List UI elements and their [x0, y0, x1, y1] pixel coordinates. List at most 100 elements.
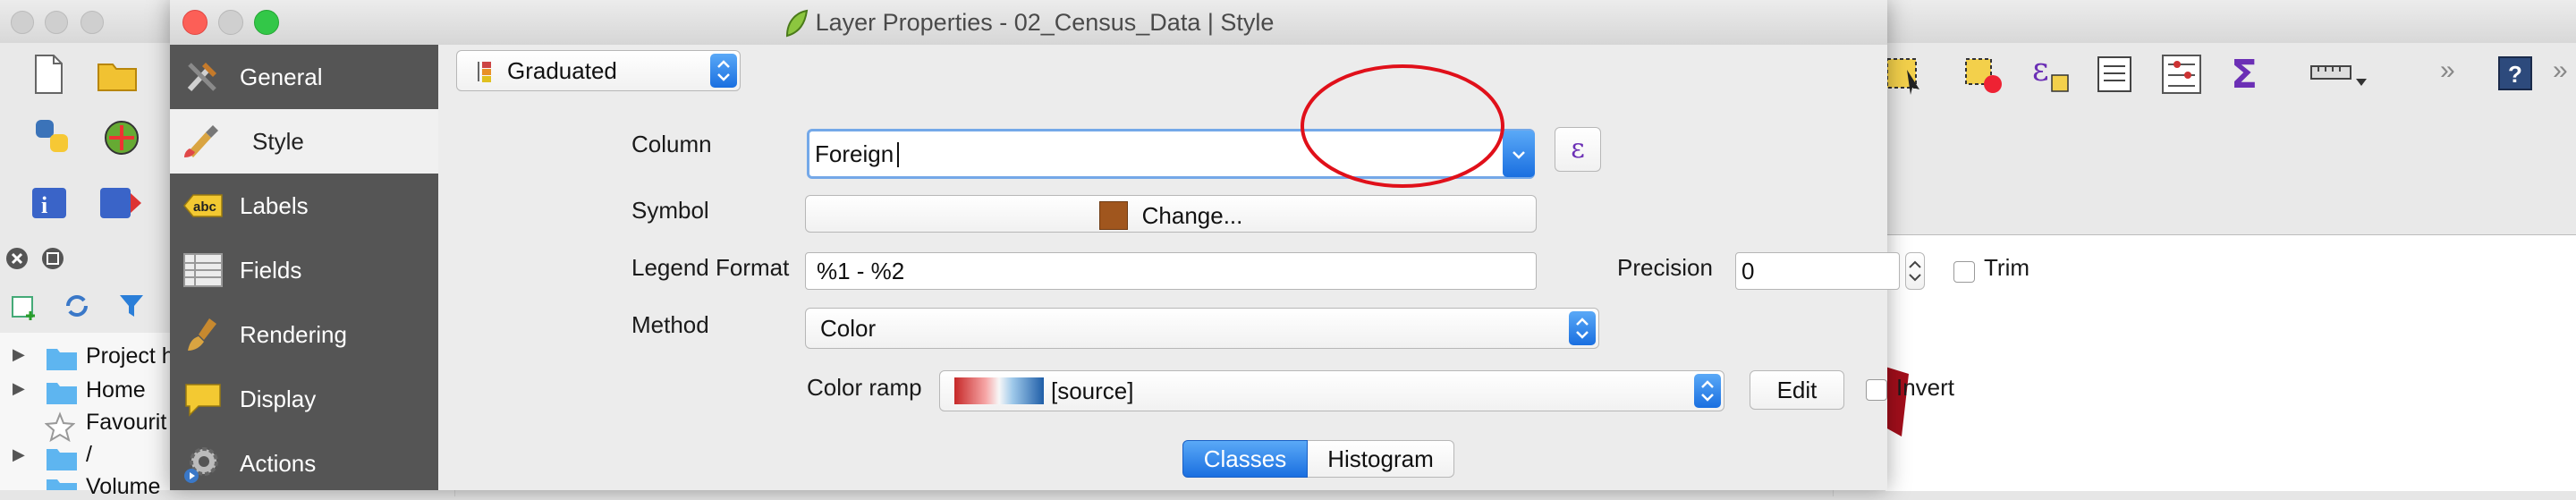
legend-format-label: Legend Format [631, 254, 790, 281]
toolbar-overflow-icon[interactable]: » [2440, 55, 2455, 86]
select-chevron-icon [710, 54, 737, 88]
legend-format-input[interactable]: %1 - %2 [805, 252, 1537, 290]
folder-icon [47, 349, 77, 370]
edit-ramp-button[interactable]: Edit [1750, 370, 1844, 410]
symbol-change-button[interactable]: Change... [805, 195, 1537, 233]
close-panel-icon[interactable] [4, 245, 30, 272]
identify-icon[interactable]: i [25, 181, 73, 224]
color-ramp-label: Color ramp [807, 374, 922, 401]
precision-label: Precision [1617, 254, 1713, 281]
symbol-swatch [1098, 201, 1128, 231]
text-cursor [897, 142, 899, 167]
deselect-icon[interactable] [1961, 52, 2005, 97]
column-input[interactable]: Foreign [815, 131, 894, 176]
trim-label: Trim [1984, 254, 2030, 281]
statistics-icon[interactable] [2159, 52, 2204, 97]
method-select[interactable]: Color [805, 308, 1599, 349]
browser-item[interactable]: / [86, 442, 92, 468]
browser-item[interactable]: Volume [86, 474, 160, 500]
style-panel: Graduated Column Foreign ε Symbol Change… [438, 45, 2029, 496]
dialog-title: Layer Properties - 02_Census_Data | Styl… [170, 0, 1887, 45]
sigma-icon[interactable]: Σ [2227, 52, 2267, 97]
map-feature [1885, 367, 1909, 436]
svg-text:Σ: Σ [2231, 52, 2258, 97]
precision-spinner[interactable] [1905, 252, 1925, 290]
python-icon[interactable] [32, 116, 73, 157]
qgis-leaf-icon [785, 9, 808, 38]
tab-classes[interactable]: Classes [1182, 440, 1308, 478]
sidebar-item-label: Style [252, 128, 304, 155]
sidebar-item-actions[interactable]: Actions [170, 431, 438, 496]
expand-arrow-icon[interactable]: ▶ [13, 379, 25, 398]
sidebar-item-label: General [240, 64, 323, 90]
renderer-type-value: Graduated [507, 57, 617, 84]
expand-arrow-icon[interactable]: ▶ [13, 445, 25, 464]
column-label: Column [631, 131, 712, 157]
sidebar-item-label: Labels [240, 192, 309, 219]
float-panel-icon[interactable] [39, 245, 66, 272]
new-project-icon[interactable] [32, 54, 64, 95]
refresh-icon[interactable] [61, 290, 93, 322]
tools-icon [187, 63, 216, 92]
paintbrush-icon [184, 125, 218, 157]
sidebar-item-style[interactable]: Style [170, 109, 438, 174]
plugins-icon[interactable] [100, 116, 143, 159]
sidebar-item-label: Display [240, 386, 317, 412]
help-icon[interactable]: ? [2496, 54, 2535, 93]
info-arrow-icon[interactable] [95, 181, 143, 224]
browser-item[interactable]: Home [86, 377, 146, 403]
sidebar-item-labels[interactable]: abc Labels [170, 174, 438, 238]
browser-item[interactable]: Favourit [86, 410, 166, 436]
main-close-button[interactable] [11, 11, 34, 34]
add-layer-icon[interactable] [9, 292, 39, 322]
brush-icon [188, 318, 216, 351]
dialog-title-text: Layer Properties - 02_Census_Data | Styl… [815, 9, 1275, 36]
expand-arrow-icon[interactable]: ▶ [13, 345, 25, 364]
sidebar-item-rendering[interactable]: Rendering [170, 302, 438, 367]
annotation-circle [1301, 64, 1504, 188]
expression-button[interactable]: ε [1555, 127, 1601, 172]
renderer-type-select[interactable]: Graduated [456, 50, 741, 91]
trim-checkbox[interactable] [1953, 261, 1975, 283]
main-zoom-button[interactable] [80, 11, 104, 34]
layer-properties-dialog: Layer Properties - 02_Census_Data | Styl… [170, 0, 2029, 496]
precision-input[interactable]: 0 [1735, 252, 1900, 290]
method-label: Method [631, 311, 709, 338]
browser-item[interactable]: Project h [86, 343, 174, 369]
speech-bubble-icon [185, 384, 221, 417]
color-ramp-select[interactable]: [source] [939, 370, 1724, 411]
table-icon [183, 253, 223, 287]
graduated-icon [478, 62, 491, 82]
svg-text:ε: ε [2032, 52, 2049, 89]
open-project-icon[interactable] [97, 57, 140, 93]
attribute-table-icon[interactable] [2095, 54, 2134, 95]
select-by-expression-icon[interactable]: ε [2030, 52, 2072, 97]
select-feature-icon[interactable] [1884, 52, 1928, 97]
svg-text:abc: abc [193, 199, 216, 215]
folder-icon [47, 449, 77, 470]
sidebar-item-display[interactable]: Display [170, 367, 438, 431]
symbol-label: Symbol [631, 197, 709, 224]
svg-text:?: ? [2508, 61, 2522, 88]
invert-label: Invert [1896, 374, 1955, 401]
folder-icon [47, 479, 77, 490]
svg-text:i: i [41, 192, 47, 218]
sidebar-item-label: Actions [240, 450, 317, 477]
select-chevron-icon [1569, 311, 1596, 345]
change-button-label: Change... [1141, 202, 1243, 230]
gear-play-icon [184, 447, 218, 483]
measure-ruler-icon[interactable] [2308, 55, 2370, 95]
toolbar-overflow-icon-2[interactable]: » [2553, 55, 2568, 86]
star-icon [45, 411, 75, 442]
invert-checkbox[interactable] [1866, 379, 1887, 401]
sidebar-item-label: Rendering [240, 321, 347, 348]
filter-icon[interactable] [116, 290, 147, 322]
sidebar-item-fields[interactable]: Fields [170, 238, 438, 302]
method-value: Color [820, 315, 877, 342]
tab-histogram[interactable]: Histogram [1308, 440, 1454, 478]
main-minimize-button[interactable] [45, 11, 68, 34]
color-ramp-value: [source] [1051, 377, 1134, 404]
classes-panel [454, 460, 1834, 496]
color-ramp-preview [954, 377, 1044, 404]
sidebar-item-general[interactable]: General [170, 45, 438, 109]
